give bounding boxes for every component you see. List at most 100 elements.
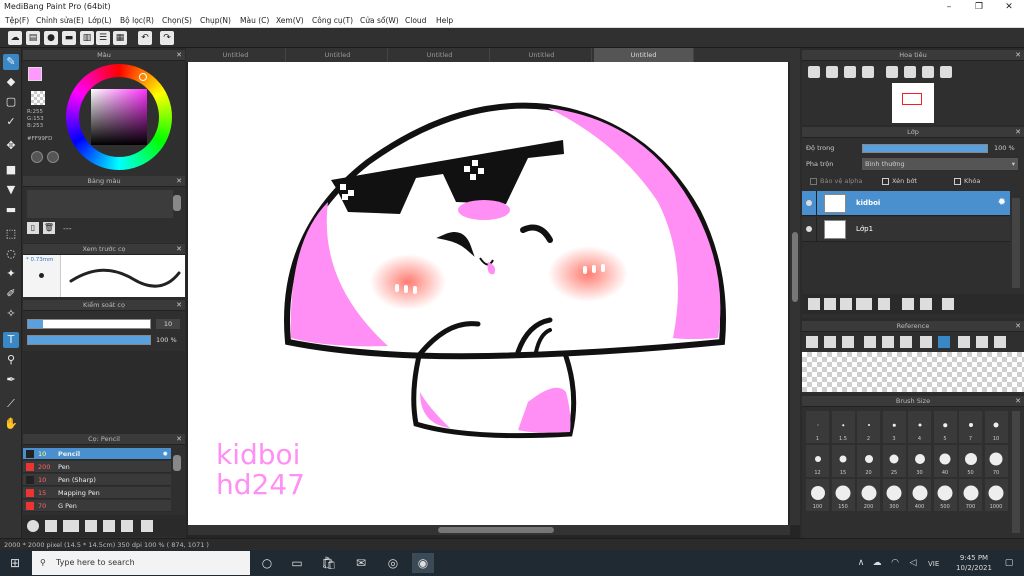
- reference-rotate-icon[interactable]: [958, 336, 970, 348]
- menu-window[interactable]: Cửa sổ(W): [360, 16, 399, 25]
- close-icon[interactable]: ✕: [176, 244, 182, 255]
- brush-size-option[interactable]: 15: [831, 445, 855, 477]
- new-8bit-layer-icon[interactable]: [840, 298, 852, 310]
- menu-cloud[interactable]: Cloud: [405, 16, 426, 25]
- brush-size-option[interactable]: 12: [806, 445, 829, 477]
- rotate-left-icon[interactable]: [886, 66, 898, 78]
- brush-size-option[interactable]: 200: [857, 479, 880, 511]
- medibang-taskbar-icon[interactable]: ◎: [382, 553, 404, 573]
- horizontal-scrollbar[interactable]: [188, 525, 790, 535]
- brush-size-option[interactable]: 70: [984, 445, 1008, 477]
- comment-icon[interactable]: ▬: [62, 31, 76, 45]
- reference-zoom-out-icon[interactable]: [900, 336, 912, 348]
- reference-reset-icon[interactable]: [976, 336, 988, 348]
- brush-size-option[interactable]: 5: [933, 411, 957, 443]
- layer-folder-icon[interactable]: [878, 298, 890, 310]
- palette-icon[interactable]: [31, 151, 43, 163]
- gear-icon[interactable]: ✹: [998, 197, 1006, 208]
- cloud-brush-icon[interactable]: [27, 520, 39, 532]
- brush-size-option[interactable]: 40: [933, 445, 957, 477]
- brush-size-option[interactable]: 1.5: [831, 411, 855, 443]
- notification-icon[interactable]: ▢: [998, 553, 1020, 573]
- clipping-checkbox[interactable]: [882, 178, 889, 185]
- reference-zoom-in-icon[interactable]: [882, 336, 894, 348]
- lasso-tool-icon[interactable]: ◌: [3, 246, 19, 262]
- trash-icon[interactable]: 🗑: [43, 222, 55, 234]
- menu-edit[interactable]: Chỉnh sửa(E): [36, 16, 84, 25]
- reference-flip-icon[interactable]: [994, 336, 1006, 348]
- brush-options-icon[interactable]: [63, 520, 79, 532]
- new-file-icon[interactable]: ▤: [26, 31, 40, 45]
- brush-size-option[interactable]: 50: [959, 445, 982, 477]
- select-pen-tool-icon[interactable]: ✐: [3, 286, 19, 302]
- layer-row[interactable]: kidboi ✹: [802, 191, 1010, 216]
- duplicate-icon[interactable]: [121, 520, 133, 532]
- bucket-tool-icon[interactable]: ▼: [3, 182, 19, 198]
- brush-size-option[interactable]: 20: [857, 445, 880, 477]
- brush-list-item[interactable]: 200 Pen: [23, 461, 171, 473]
- clock[interactable]: 9:45 PM 10/2/2021: [952, 553, 996, 573]
- add-palette-icon[interactable]: ▯: [27, 222, 39, 234]
- brush-list-item[interactable]: 70 G Pen: [23, 500, 171, 512]
- brush-size-option[interactable]: 30: [908, 445, 931, 477]
- eyedropper-tool-icon[interactable]: ✒: [3, 372, 19, 388]
- minimize-button[interactable]: –: [934, 0, 964, 14]
- brush-size-option[interactable]: 300: [882, 479, 906, 511]
- brush-size-option[interactable]: 25: [882, 445, 906, 477]
- menu-select[interactable]: Chọn(S): [162, 16, 192, 25]
- close-icon[interactable]: ✕: [176, 176, 182, 187]
- reference-cloud-icon[interactable]: [806, 336, 818, 348]
- close-icon[interactable]: ✕: [1015, 396, 1021, 407]
- reference-hand-icon[interactable]: [938, 336, 950, 348]
- close-icon[interactable]: ✕: [1015, 50, 1021, 61]
- lock-checkbox[interactable]: [954, 178, 961, 185]
- rotate-reset-icon[interactable]: [904, 66, 916, 78]
- chat-icon[interactable]: ●: [44, 31, 58, 45]
- magic-wand-tool-icon[interactable]: ✦: [3, 266, 19, 282]
- brush-size-option[interactable]: 2: [857, 411, 880, 443]
- brush-size-value[interactable]: 10: [156, 319, 180, 329]
- language-indicator[interactable]: VIE: [928, 560, 939, 568]
- brush-size-slider[interactable]: [27, 319, 151, 329]
- menu-filter[interactable]: Bộ lọc(R): [120, 16, 154, 25]
- redo-icon[interactable]: ↷: [160, 31, 174, 45]
- visibility-icon[interactable]: [806, 226, 812, 232]
- flip-icon[interactable]: [940, 66, 952, 78]
- menu-layer[interactable]: Lớp(L): [88, 16, 112, 25]
- brush-list-item[interactable]: 15 Mapping Pen: [23, 487, 171, 499]
- text-tool-icon[interactable]: T: [3, 332, 19, 348]
- taskbar-search[interactable]: ⚲ Type here to search: [32, 551, 250, 575]
- tab-untitled-3[interactable]: Untitled: [390, 48, 490, 62]
- new-layer-menu-icon[interactable]: [856, 298, 872, 310]
- hue-handle[interactable]: [139, 73, 147, 81]
- scrollbar-thumb[interactable]: [173, 455, 181, 471]
- palette-swatches[interactable]: [27, 190, 173, 218]
- maximize-button[interactable]: ❐: [964, 0, 994, 14]
- saturation-square[interactable]: [91, 89, 147, 145]
- hand-tool-icon[interactable]: ✋: [3, 416, 19, 432]
- new-halftone-layer-icon[interactable]: [824, 298, 836, 310]
- merge-layer-icon[interactable]: [920, 298, 932, 310]
- list-icon[interactable]: ☰: [96, 31, 110, 45]
- blend-mode-select[interactable]: Bình thường ▾: [862, 158, 1018, 170]
- close-icon[interactable]: ✕: [176, 300, 182, 311]
- menu-capture[interactable]: Chụp(N): [200, 16, 231, 25]
- reference-fit-icon[interactable]: [864, 336, 876, 348]
- zoom-out-icon[interactable]: [826, 66, 838, 78]
- foreground-color-swatch[interactable]: [28, 67, 42, 81]
- scrollbar-thumb[interactable]: [792, 232, 798, 302]
- chrome-taskbar-icon[interactable]: ◉: [412, 553, 434, 573]
- hue-wheel[interactable]: [66, 64, 172, 170]
- reference-image-area[interactable]: [802, 352, 1024, 392]
- layer-row[interactable]: Lớp1: [802, 217, 1010, 242]
- grid-icon[interactable]: ▦: [113, 31, 127, 45]
- brush-size-option[interactable]: 7: [959, 411, 982, 443]
- move-tool-icon[interactable]: ✥: [3, 138, 19, 154]
- menu-help[interactable]: Help: [436, 16, 453, 25]
- divide-tool-icon[interactable]: ⟋: [3, 396, 19, 412]
- task-view-icon[interactable]: ▭: [286, 553, 308, 573]
- cloud-icon[interactable]: ☁: [8, 31, 22, 45]
- brush-size-option[interactable]: 100: [806, 479, 829, 511]
- brush-list-item[interactable]: 10 Pencil ✹: [23, 448, 171, 460]
- menu-color[interactable]: Màu (C): [240, 16, 269, 25]
